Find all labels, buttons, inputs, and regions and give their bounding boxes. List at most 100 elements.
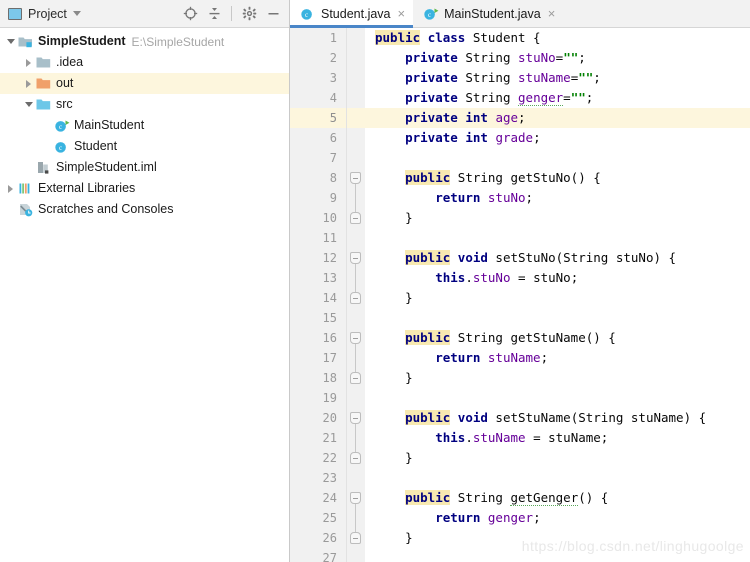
line-number: 13 bbox=[322, 271, 337, 285]
line-number: 18 bbox=[322, 371, 337, 385]
project-tree[interactable]: SimpleStudent E:\SimpleStudent .idea out src… bbox=[0, 28, 289, 562]
tree-item-mainstudent[interactable]: c MainStudent bbox=[0, 115, 289, 136]
code-line[interactable]: private String genger=""; bbox=[365, 88, 750, 108]
code-line[interactable]: } bbox=[365, 368, 750, 388]
fold-collapse-icon[interactable] bbox=[350, 412, 361, 424]
fold-collapse-icon[interactable] bbox=[350, 332, 361, 344]
svg-text:c: c bbox=[59, 123, 62, 131]
code-line[interactable]: return genger; bbox=[365, 508, 750, 528]
fold-end-icon[interactable] bbox=[350, 212, 361, 224]
code-line[interactable] bbox=[365, 548, 750, 562]
java-runnable-class-icon: c bbox=[53, 117, 70, 134]
code-line[interactable]: private int age; bbox=[365, 108, 750, 128]
code-line[interactable]: } bbox=[365, 208, 750, 228]
fold-gutter-row bbox=[347, 508, 365, 528]
tree-item-label: Scratches and Consoles bbox=[38, 202, 174, 216]
code-line[interactable] bbox=[365, 228, 750, 248]
tree-item-label: External Libraries bbox=[38, 181, 136, 195]
fold-gutter-row bbox=[347, 348, 365, 368]
line-number: 2 bbox=[329, 51, 337, 65]
tree-item-scratches-and-consoles[interactable]: Scratches and Consoles bbox=[0, 199, 289, 220]
locate-in-tree-icon[interactable] bbox=[180, 4, 200, 24]
editor-tab-bar[interactable]: c Student.java × c MainStudent.java × bbox=[290, 0, 750, 28]
code-line[interactable]: public String getGenger() { bbox=[365, 488, 750, 508]
code-line[interactable]: public String getStuName() { bbox=[365, 328, 750, 348]
editor-area: c Student.java × c MainStudent.java × 1234567… bbox=[290, 0, 750, 562]
project-panel-header: Project bbox=[0, 0, 289, 28]
fold-collapse-icon[interactable] bbox=[350, 252, 361, 264]
line-number: 15 bbox=[322, 311, 337, 325]
fold-collapse-icon[interactable] bbox=[350, 172, 361, 184]
project-tool-window: Project SimpleStudent E:\SimpleStudent .… bbox=[0, 0, 290, 562]
fold-end-icon[interactable] bbox=[350, 452, 361, 464]
editor-body[interactable]: 1 2 3 4 5 6 7 8 9 10 11 12 13 14 15 16 17 18 19 20 21 22 23 24 2… bbox=[290, 28, 750, 562]
fold-end-icon[interactable] bbox=[350, 292, 361, 304]
code-line[interactable] bbox=[365, 308, 750, 328]
fold-gutter-row bbox=[347, 88, 365, 108]
code-line[interactable]: private String stuNo=""; bbox=[365, 48, 750, 68]
toolbar-separator bbox=[231, 6, 232, 21]
fold-gutter-row bbox=[347, 108, 365, 128]
chevron-down-icon[interactable] bbox=[72, 11, 81, 16]
line-number: 3 bbox=[329, 71, 337, 85]
tree-item-out[interactable]: out bbox=[0, 73, 289, 94]
tab-close-icon[interactable]: × bbox=[548, 7, 556, 20]
code-line[interactable]: private int grade; bbox=[365, 128, 750, 148]
code-line[interactable]: } bbox=[365, 528, 750, 548]
fold-gutter-row bbox=[347, 148, 365, 168]
code-line[interactable]: private String stuName=""; bbox=[365, 68, 750, 88]
fold-end-icon[interactable] bbox=[350, 532, 361, 544]
tree-item-simplestudent-iml[interactable]: SimpleStudent.iml bbox=[0, 157, 289, 178]
tree-item-src[interactable]: src bbox=[0, 94, 289, 115]
line-number: 12 bbox=[322, 251, 337, 265]
fold-end-icon[interactable] bbox=[350, 372, 361, 384]
settings-gear-icon[interactable] bbox=[239, 4, 259, 24]
hide-panel-icon[interactable] bbox=[263, 4, 283, 24]
collapse-all-icon[interactable] bbox=[204, 4, 224, 24]
tree-item-student[interactable]: c Student bbox=[0, 136, 289, 157]
tree-item-simplestudent[interactable]: SimpleStudent E:\SimpleStudent bbox=[0, 31, 289, 52]
code-line[interactable]: public String getStuNo() { bbox=[365, 168, 750, 188]
code-line[interactable]: public void setStuNo(String stuNo) { bbox=[365, 248, 750, 268]
fold-region-line bbox=[355, 344, 356, 372]
editor-tab-mainstudent-java[interactable]: c MainStudent.java × bbox=[413, 0, 563, 27]
code-line[interactable]: } bbox=[365, 288, 750, 308]
line-number: 10 bbox=[322, 211, 337, 225]
chevron-down-icon[interactable] bbox=[22, 94, 35, 115]
code-line[interactable] bbox=[365, 468, 750, 488]
fold-gutter-row bbox=[347, 268, 365, 288]
code-line[interactable]: public void setStuName(String stuName) { bbox=[365, 408, 750, 428]
code-line[interactable]: return stuNo; bbox=[365, 188, 750, 208]
fold-region-line bbox=[355, 264, 356, 292]
code-line[interactable]: this.stuNo = stuNo; bbox=[365, 268, 750, 288]
project-panel-title-group[interactable]: Project bbox=[8, 7, 81, 21]
code-text-area[interactable]: public class Student { private String st… bbox=[365, 28, 750, 562]
code-line[interactable]: return stuName; bbox=[365, 348, 750, 368]
chevron-right-icon[interactable] bbox=[22, 52, 35, 73]
tree-item-external-libraries[interactable]: External Libraries bbox=[0, 178, 289, 199]
code-folding-gutter[interactable] bbox=[347, 28, 365, 562]
chevron-down-icon[interactable] bbox=[4, 31, 17, 52]
fold-collapse-icon[interactable] bbox=[350, 492, 361, 504]
code-line[interactable] bbox=[365, 148, 750, 168]
line-number: 26 bbox=[322, 531, 337, 545]
chevron-right-icon[interactable] bbox=[4, 178, 17, 199]
tree-item-idea[interactable]: .idea bbox=[0, 52, 289, 73]
tree-item-label: MainStudent bbox=[74, 118, 145, 132]
code-line[interactable] bbox=[365, 388, 750, 408]
line-number: 14 bbox=[322, 291, 337, 305]
fold-gutter-row bbox=[347, 228, 365, 248]
svg-text:c: c bbox=[428, 11, 431, 19]
code-line[interactable]: this.stuName = stuName; bbox=[365, 428, 750, 448]
tree-item-label: SimpleStudent bbox=[38, 34, 126, 48]
code-line[interactable]: public class Student { bbox=[365, 28, 750, 48]
fold-gutter-row bbox=[347, 428, 365, 448]
project-panel-title: Project bbox=[28, 6, 67, 21]
fold-gutter-row bbox=[347, 308, 365, 328]
chevron-right-icon[interactable] bbox=[22, 73, 35, 94]
tab-close-icon[interactable]: × bbox=[398, 7, 406, 20]
code-line[interactable]: } bbox=[365, 448, 750, 468]
editor-tab-student-java[interactable]: c Student.java × bbox=[290, 0, 414, 28]
line-number: 4 bbox=[329, 91, 337, 105]
